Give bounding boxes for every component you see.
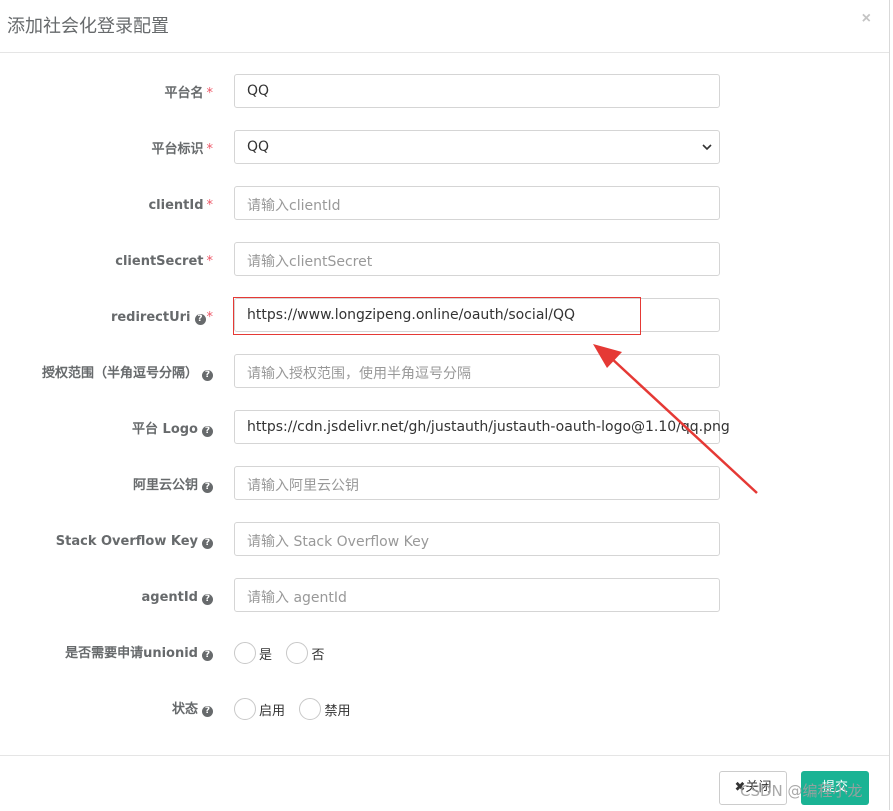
form-row-status: 状态? 启用 禁用 (0, 690, 889, 724)
form-row-platform-id: 平台标识 * QQ (0, 130, 889, 164)
alipay-key-label: 阿里云公钥? (133, 466, 213, 500)
client-secret-label: clientSecret * (115, 254, 214, 269)
radio-enable[interactable] (234, 698, 256, 720)
radio-no-label[interactable]: 否 (311, 644, 324, 663)
platform-name-label: 平台名 * (164, 86, 214, 101)
modal-title: 添加社会化登录配置 (7, 16, 169, 37)
help-icon[interactable]: ? (194, 314, 206, 325)
agent-id-input[interactable]: 请输入 agentId (234, 578, 720, 612)
platform-name-input[interactable]: QQ (234, 74, 720, 108)
form-row-redirect-uri: redirectUri? * https://www.longzipeng.onl… (0, 298, 889, 332)
required-mark: * (206, 198, 214, 213)
help-icon[interactable]: ? (202, 706, 213, 717)
close-icon[interactable]: × (862, 10, 871, 28)
status-radio-group: 启用 禁用 (234, 698, 360, 722)
social-login-config-modal: 添加社会化登录配置 × 平台名 * QQ 平台标识 * QQ clientId * 请… (0, 0, 890, 810)
client-id-input[interactable]: 请输入clientId (234, 186, 720, 220)
stackoverflow-key-label: Stack Overflow Key? (56, 522, 213, 556)
logo-label: 平台 Logo? (132, 410, 213, 444)
platform-id-select[interactable]: QQ (234, 130, 720, 164)
redirect-uri-label: redirectUri? * (110, 310, 214, 325)
required-mark: * (206, 86, 214, 101)
radio-enable-label[interactable]: 启用 (259, 700, 285, 719)
form-row-stackoverflow-key: Stack Overflow Key? 请输入 Stack Overflow K… (0, 522, 889, 556)
radio-yes-label[interactable]: 是 (259, 644, 272, 663)
form-row-alipay-key: 阿里云公钥? 请输入阿里云公钥 (0, 466, 889, 500)
help-icon[interactable]: ? (202, 482, 213, 493)
agent-id-label: agentId? (141, 578, 213, 612)
close-button[interactable]: ✖关闭 (719, 771, 787, 805)
modal-footer: ✖关闭 提交 (0, 755, 889, 811)
required-mark: * (206, 310, 214, 325)
required-mark: * (206, 142, 214, 157)
scope-label: 授权范围（半角逗号分隔）? (42, 354, 213, 388)
help-icon[interactable]: ? (202, 538, 213, 549)
redirect-uri-input[interactable]: https://www.longzipeng.online/oauth/soci… (234, 298, 720, 332)
scope-input[interactable]: 请输入授权范围，使用半角逗号分隔 (234, 354, 720, 388)
form-row-client-id: clientId * 请输入clientId (0, 186, 889, 220)
radio-disable-label[interactable]: 禁用 (324, 700, 350, 719)
form-row-logo: 平台 Logo? https://cdn.jsdelivr.net/gh/jus… (0, 410, 889, 444)
form-row-client-secret: clientSecret * 请输入clientSecret (0, 242, 889, 276)
required-mark: * (206, 254, 214, 269)
help-icon[interactable]: ? (202, 594, 213, 605)
platform-id-label: 平台标识 * (151, 142, 214, 157)
form-row-need-unionid: 是否需要申请unionid? 是 否 (0, 634, 889, 668)
radio-no[interactable] (286, 642, 309, 664)
stackoverflow-key-input[interactable]: 请输入 Stack Overflow Key (234, 522, 720, 556)
need-unionid-label: 是否需要申请unionid? (65, 634, 213, 668)
help-icon[interactable]: ? (202, 426, 213, 437)
need-unionid-radio-group: 是 否 (234, 642, 334, 666)
chevron-down-icon (702, 144, 712, 151)
help-icon[interactable]: ? (202, 370, 213, 381)
status-label: 状态? (172, 690, 213, 724)
radio-disable[interactable] (299, 698, 322, 720)
logo-input[interactable]: https://cdn.jsdelivr.net/gh/justauth/jus… (234, 410, 730, 444)
form-row-scope: 授权范围（半角逗号分隔）? 请输入授权范围，使用半角逗号分隔 (0, 354, 889, 388)
radio-yes[interactable] (234, 642, 256, 664)
client-secret-input[interactable]: 请输入clientSecret (234, 242, 720, 276)
modal-header: 添加社会化登录配置 × (0, 0, 889, 53)
help-icon[interactable]: ? (202, 650, 213, 661)
form-row-agent-id: agentId? 请输入 agentId (0, 578, 889, 612)
client-id-label: clientId * (148, 198, 214, 213)
alipay-key-input[interactable]: 请输入阿里云公钥 (234, 466, 720, 500)
form-row-platform-name: 平台名 * QQ (0, 74, 889, 108)
submit-button[interactable]: 提交 (801, 771, 869, 805)
